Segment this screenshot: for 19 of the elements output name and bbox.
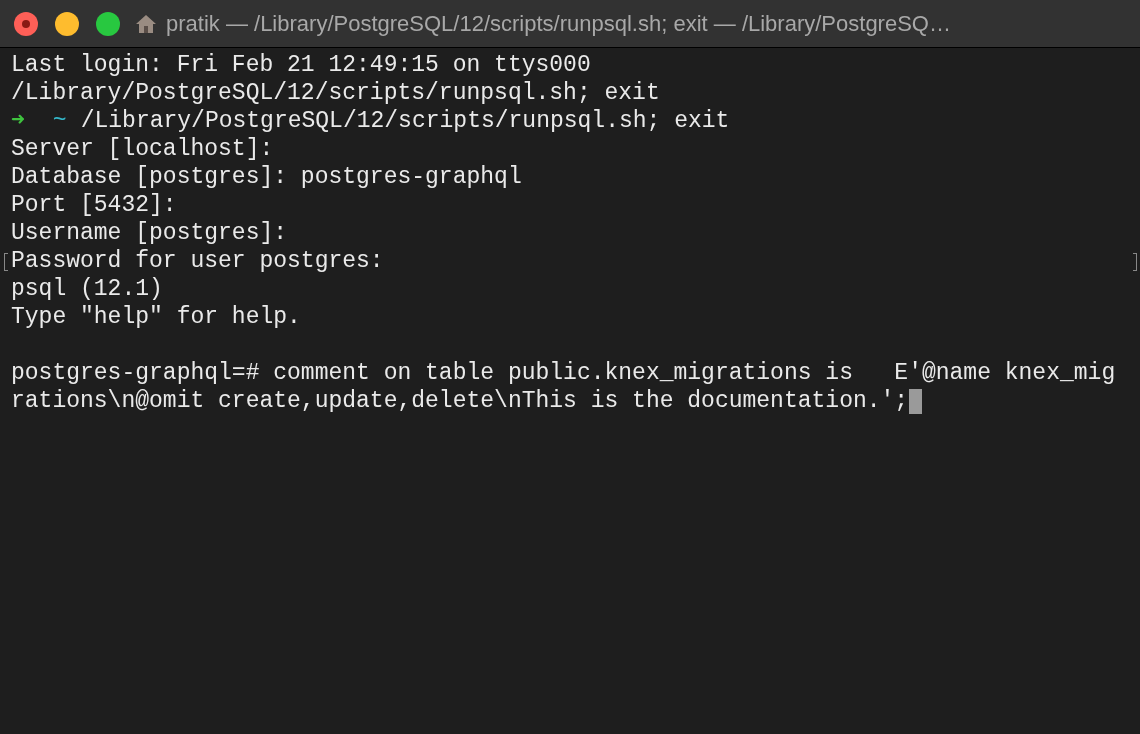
minimize-button[interactable] [55, 11, 79, 36]
terminal-line: psql (12.1) [11, 275, 163, 303]
prompt-arrow: ➜ [11, 107, 25, 135]
terminal-line: Port [5432]: [11, 191, 177, 219]
terminal-line: Username [postgres]: [11, 219, 288, 247]
terminal-line: Password for user postgres: [11, 247, 384, 275]
prompt-directory: ~ [52, 107, 67, 135]
zoom-button[interactable] [96, 11, 120, 36]
terminal-line: rations\n@omit create,update,delete\nThis is the documentation.'; [11, 387, 909, 415]
terminal-line: postgres-graphql=# comment on table public.knex_migrations is E'@name knex_mig [11, 359, 1116, 387]
terminal-line: Server [localhost]: [11, 135, 274, 163]
terminal-line: /Library/PostgreSQL/12/scripts/runpsql.sh; exit [11, 79, 660, 107]
terminal-line: /Library/PostgreSQL/12/scripts/runpsql.sh; exit [80, 107, 730, 135]
close-button[interactable] [14, 11, 38, 36]
terminal-line: Database [postgres]: postgres-graphql [11, 163, 522, 191]
terminal-line: Type "help" for help. [11, 303, 301, 331]
window-title: pratik — /Library/PostgreSQL/12/scripts/runpsql.sh; exit — /Library/PostgreSQ… [166, 10, 951, 38]
terminal-line: Last login: Fri Feb 21 12:49:15 on ttys000 [11, 51, 591, 79]
line-mark-icon [1133, 253, 1137, 271]
